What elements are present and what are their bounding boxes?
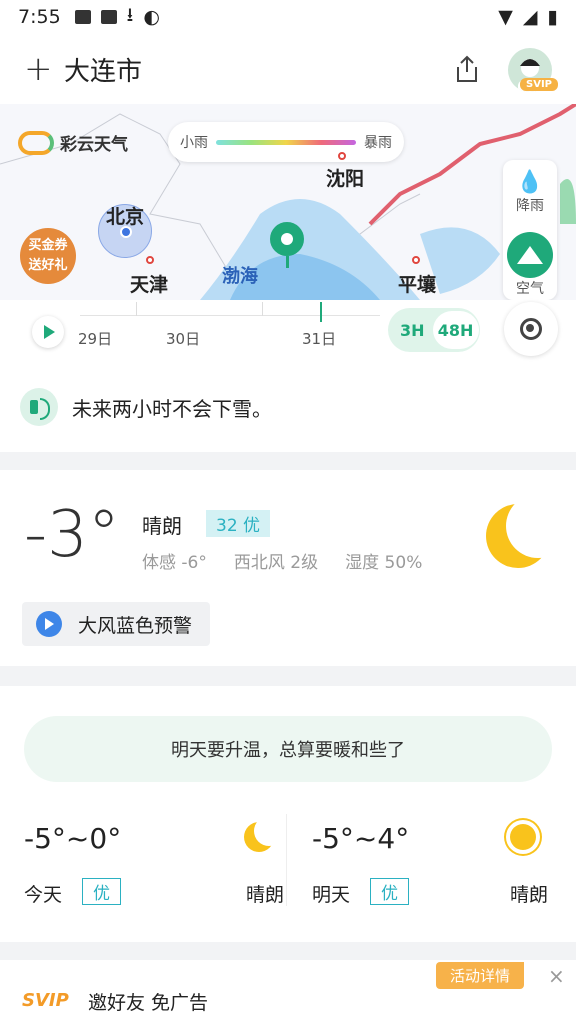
- activity-details-button[interactable]: 活动详情: [436, 962, 525, 989]
- status-bar: 7:55 ⭳ ◐ ▼ ◢ ▮: [0, 0, 576, 34]
- map-label-beijing: 北京: [106, 206, 145, 228]
- timeline-tick: [136, 302, 137, 316]
- brand-name: 彩云天气: [60, 135, 128, 155]
- promo-badge[interactable]: 买金券 送好礼: [20, 228, 76, 284]
- add-city-button[interactable]: +: [24, 52, 53, 86]
- legend-high: 暴雨: [364, 135, 392, 151]
- city-name[interactable]: 大连市: [64, 51, 142, 88]
- alert-text: 大风蓝色预警: [78, 614, 193, 637]
- map-side-panel: 💧 降雨 空气: [503, 160, 557, 300]
- nowcast-text: 未来两小时不会下雪。: [72, 396, 272, 421]
- wind-alert[interactable]: 大风蓝色预警: [22, 602, 211, 646]
- forecast-divider: [286, 814, 287, 906]
- map-label-pyongyang: 平壤: [398, 274, 437, 296]
- current-weather-card: -3° 晴朗 32 优 体感 -6° 西北风 2级 湿度 50% 大风蓝色预警: [0, 470, 576, 666]
- share-icon[interactable]: [452, 54, 482, 84]
- legend-low: 小雨: [180, 135, 208, 151]
- timeline-track[interactable]: [80, 302, 380, 316]
- header: + 大连市 SVIP: [0, 34, 576, 104]
- battery-icon: ▮: [547, 6, 558, 28]
- play-button[interactable]: [32, 316, 64, 348]
- current-details: 体感 -6° 西北风 2级 湿度 50%: [142, 548, 422, 573]
- wifi-icon: ▼: [498, 6, 513, 28]
- today-condition: 晴朗: [245, 884, 284, 906]
- svip-banner[interactable]: SVIP 邀好友 免广告 活动详情 ×: [0, 960, 576, 1024]
- current-condition: 晴朗: [142, 514, 182, 538]
- rain-layer-button[interactable]: 💧 降雨: [503, 170, 557, 215]
- speaker-icon[interactable]: [20, 388, 58, 426]
- rain-drops-icon: 💧: [516, 170, 544, 195]
- air-mountain-icon: [507, 232, 553, 278]
- current-temp: -3°: [24, 498, 120, 572]
- tomorrow-label: 明天: [312, 884, 351, 906]
- moon-icon: [486, 494, 570, 568]
- brand-logo: 彩云天气: [18, 130, 128, 155]
- map-label-tianjin: 天津: [130, 274, 169, 296]
- air-layer-button[interactable]: 空气: [503, 232, 557, 298]
- forecast-card: 明天要升温，总算要暖和些了 -5°~0° 今天 优 晴朗 -5°~4° 明天 优…: [0, 686, 576, 942]
- legend-gradient: [216, 139, 356, 145]
- invite-text[interactable]: 邀好友 免广告: [88, 988, 208, 1015]
- moon-small-icon: ◐: [143, 6, 160, 28]
- system-icons: ▼ ◢ ▮: [498, 6, 558, 28]
- time-range-toggle[interactable]: 3H 48H: [388, 308, 480, 352]
- notification-icons: ⭳ ◐: [74, 1, 160, 33]
- city-dot-tianjin: [146, 256, 154, 264]
- locate-button[interactable]: [504, 302, 558, 356]
- today-label: 今天: [24, 884, 63, 906]
- flag-icon: [36, 611, 62, 637]
- city-dot-shenyang: [338, 152, 346, 160]
- map-label-bohai: 渤海: [222, 266, 258, 287]
- tomorrow-range: -5°~4°: [312, 822, 410, 855]
- timeline-current-marker[interactable]: [320, 302, 322, 322]
- rain-legend: 小雨 暴雨: [168, 122, 404, 162]
- tomorrow-quality: 优: [370, 878, 409, 905]
- forecast-today[interactable]: -5°~0° 今天 优 晴朗: [24, 816, 284, 912]
- day-label: 30日: [166, 330, 201, 348]
- range-3h[interactable]: 3H: [400, 321, 425, 340]
- today-range: -5°~0°: [24, 822, 122, 855]
- today-quality: 优: [82, 878, 121, 905]
- signal-icon: ◢: [522, 6, 538, 28]
- svip-logo: SVIP: [22, 990, 69, 1011]
- day-label: 31日: [302, 330, 337, 348]
- weather-map[interactable]: 彩云天气 小雨 暴雨 沈阳 北京 天津 渤海 平壤 买金券 送好礼 💧 降雨 空…: [0, 104, 576, 300]
- image-icon: [74, 10, 91, 24]
- range-48h[interactable]: 48H: [432, 311, 479, 349]
- timeline-tick: [262, 302, 263, 316]
- air-layer-label: 空气: [516, 281, 544, 297]
- svip-badge: SVIP: [520, 78, 558, 91]
- location-pin-icon: [270, 222, 304, 256]
- forecast-tip[interactable]: 明天要升温，总算要暖和些了: [24, 716, 552, 782]
- nowcast-notice[interactable]: 未来两小时不会下雪。: [0, 362, 576, 452]
- day-label: 29日: [78, 330, 113, 348]
- status-time: 7:55: [18, 6, 61, 28]
- download-icon: ⭳: [126, 4, 134, 26]
- wind-info: 西北风 2级: [233, 553, 319, 573]
- humidity-info: 湿度 50%: [345, 553, 423, 573]
- aqi-badge[interactable]: 32 优: [206, 510, 271, 537]
- feels-like: 体感 -6°: [142, 553, 207, 573]
- logo-icon: [18, 130, 54, 155]
- moon-icon: [244, 816, 284, 852]
- tomorrow-condition: 晴朗: [509, 884, 548, 906]
- cat-icon: [100, 10, 117, 24]
- sun-icon: [510, 824, 536, 850]
- forecast-tomorrow[interactable]: -5°~4° 明天 优 晴朗: [312, 822, 548, 912]
- rain-layer-label: 降雨: [516, 198, 544, 214]
- location-pin-stem: [286, 256, 289, 268]
- close-icon[interactable]: ×: [548, 964, 565, 988]
- city-dot-pyongyang: [412, 256, 420, 264]
- map-label-shenyang: 沈阳: [326, 168, 365, 190]
- timeline-bar: 29日 30日 31日 3H 48H: [0, 300, 576, 362]
